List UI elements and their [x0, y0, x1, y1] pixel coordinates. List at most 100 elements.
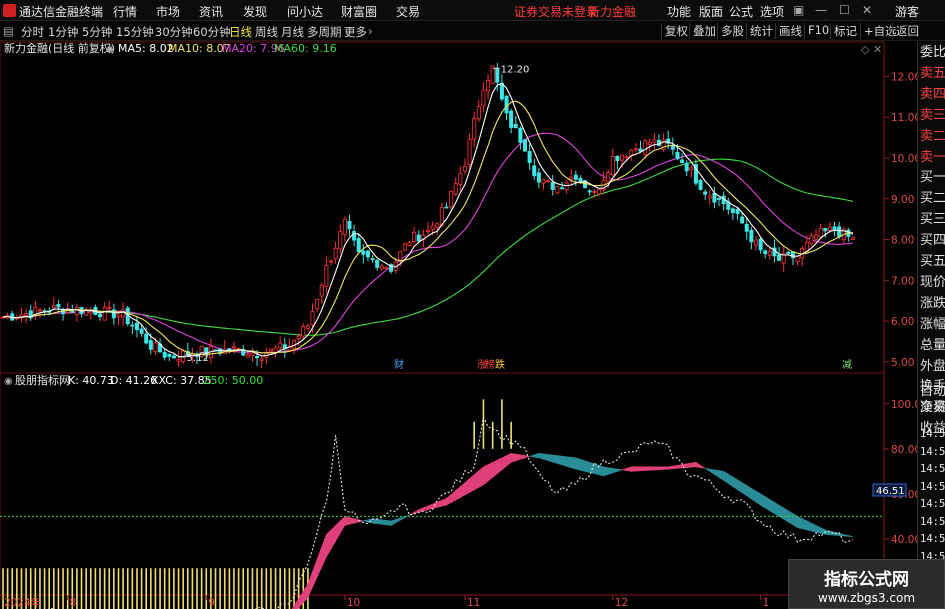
- candle-body: [384, 267, 389, 270]
- candle-body: [148, 340, 153, 350]
- candle-body: [684, 162, 689, 172]
- ribbon-segment: [427, 503, 433, 511]
- candle-body: [435, 223, 440, 228]
- ribbon-segment: [764, 496, 771, 512]
- time-tick-label: 1: [763, 597, 770, 609]
- ribbon-segment: [506, 452, 512, 467]
- candle-body: [758, 238, 763, 251]
- ribbon-segment: [598, 464, 604, 477]
- candle-body: [837, 226, 842, 238]
- ribbon-segment: [487, 461, 493, 482]
- ribbon-segment: [580, 458, 586, 472]
- candle-body: [301, 326, 306, 337]
- quote-label: 卖一: [920, 149, 945, 165]
- auto-trade-label[interactable]: 自动: [920, 385, 945, 399]
- ribbon-segment: [663, 466, 669, 470]
- candle-body: [430, 225, 435, 231]
- candle-body: [550, 182, 555, 190]
- candle-body: [305, 325, 310, 329]
- candle-body: [610, 156, 615, 176]
- ribbon-segment: [644, 466, 651, 471]
- dropdown-icon[interactable]: ◉: [106, 44, 115, 55]
- candle-body: [347, 220, 352, 230]
- ribbon-segment: [339, 515, 346, 535]
- chart-canvas[interactable]: 新力金融(日线 前复权) ◉ MA5: 8.02 MA10: 8.07 MA20…: [0, 0, 917, 609]
- candle-body: [620, 154, 625, 161]
- watermark-url: www.zbgs3.com: [817, 591, 916, 605]
- candle-body: [624, 155, 629, 158]
- main-chart-title: 新力金融(日线 前复权): [4, 41, 115, 55]
- main-price-axis: 5.00 6.00 7.00 8.00 9.00 10.00 11.00 12.00: [884, 71, 917, 369]
- event-finance[interactable]: 财: [394, 358, 404, 371]
- event-drop[interactable]: 跌: [495, 358, 505, 371]
- ribbon-segment: [478, 466, 484, 488]
- ribbon-segment: [603, 466, 609, 477]
- ribbon-segment: [709, 468, 715, 475]
- indicator-dropdown-icon[interactable]: ◉: [4, 376, 13, 387]
- ribbon-segment: [737, 479, 743, 494]
- time-axis: 2024年 8 9 10 11 12 1: [1, 595, 770, 609]
- current-value-tag: 46.51: [872, 483, 907, 497]
- candle-body: [573, 174, 578, 180]
- price-tick-label: 11.00: [891, 112, 917, 124]
- expand-icon[interactable]: ◇: [861, 43, 870, 56]
- event-dragon-tiger[interactable]: 榜: [485, 358, 495, 371]
- ribbon-segment: [727, 473, 734, 488]
- quote-label: 委比: [920, 45, 945, 60]
- ribbon-segment: [630, 466, 637, 472]
- ribbon-segment: [626, 466, 632, 472]
- quote-label: 买三: [920, 212, 945, 228]
- ribbon-segment: [510, 452, 517, 463]
- candle-body: [749, 230, 754, 243]
- price-tick-label: 12.00: [891, 71, 917, 83]
- candle-body: [107, 307, 112, 309]
- ribbon-segment: [723, 470, 729, 485]
- candle-body: [717, 198, 722, 200]
- candle-body: [546, 180, 551, 182]
- candle-body: [167, 353, 172, 357]
- candle-body: [744, 223, 749, 232]
- candle-body: [536, 172, 541, 183]
- ma5-label: MA5: 8.02: [118, 42, 174, 55]
- ribbon-segment: [672, 464, 678, 470]
- ribbon-segment: [714, 469, 720, 478]
- quote-label: 卖五: [920, 65, 945, 81]
- event-reduce[interactable]: 减: [842, 359, 852, 371]
- indicator-panel-border: [0, 372, 885, 596]
- quote-label: 卖三: [920, 107, 945, 123]
- candle-body: [804, 241, 809, 252]
- ribbon-segment: [801, 518, 808, 531]
- candle-body: [541, 179, 546, 184]
- ribbon-segment: [538, 452, 544, 460]
- candle-body: [370, 258, 375, 261]
- candle-body: [476, 106, 481, 120]
- indicator-title: 股朋指标网: [15, 373, 70, 387]
- candle-body: [790, 251, 795, 259]
- extreme-markers: 12.20 5.12: [178, 64, 529, 364]
- candle-body: [495, 68, 500, 83]
- candle-body: [273, 347, 278, 353]
- candlesticks: [0, 62, 856, 369]
- tick-time: 14:56: [920, 533, 945, 545]
- ribbon-segment: [746, 484, 752, 500]
- panel-close-icon[interactable]: ✕: [873, 43, 882, 56]
- candle-body: [587, 190, 592, 193]
- ribbon-segment: [390, 518, 396, 526]
- candle-body: [703, 191, 708, 195]
- candle-body: [402, 243, 407, 251]
- candle-body: [255, 355, 260, 359]
- candle-body: [763, 250, 768, 255]
- time-tick-label: 2024年: [4, 596, 41, 609]
- candle-body: [740, 216, 745, 224]
- ribbon-segment: [349, 517, 355, 525]
- ribbon-segment: [815, 524, 821, 534]
- ribbon-segment: [335, 520, 341, 543]
- candle-body: [130, 324, 135, 327]
- ribbon-segment: [617, 468, 623, 472]
- candle-body: [116, 314, 121, 318]
- candle-body: [527, 151, 532, 164]
- ribbon-segment: [483, 464, 489, 486]
- quote-label: 买五: [920, 254, 945, 269]
- z50-label: Z50: 50.00: [203, 374, 263, 387]
- trade-label[interactable]: 交易: [920, 401, 945, 415]
